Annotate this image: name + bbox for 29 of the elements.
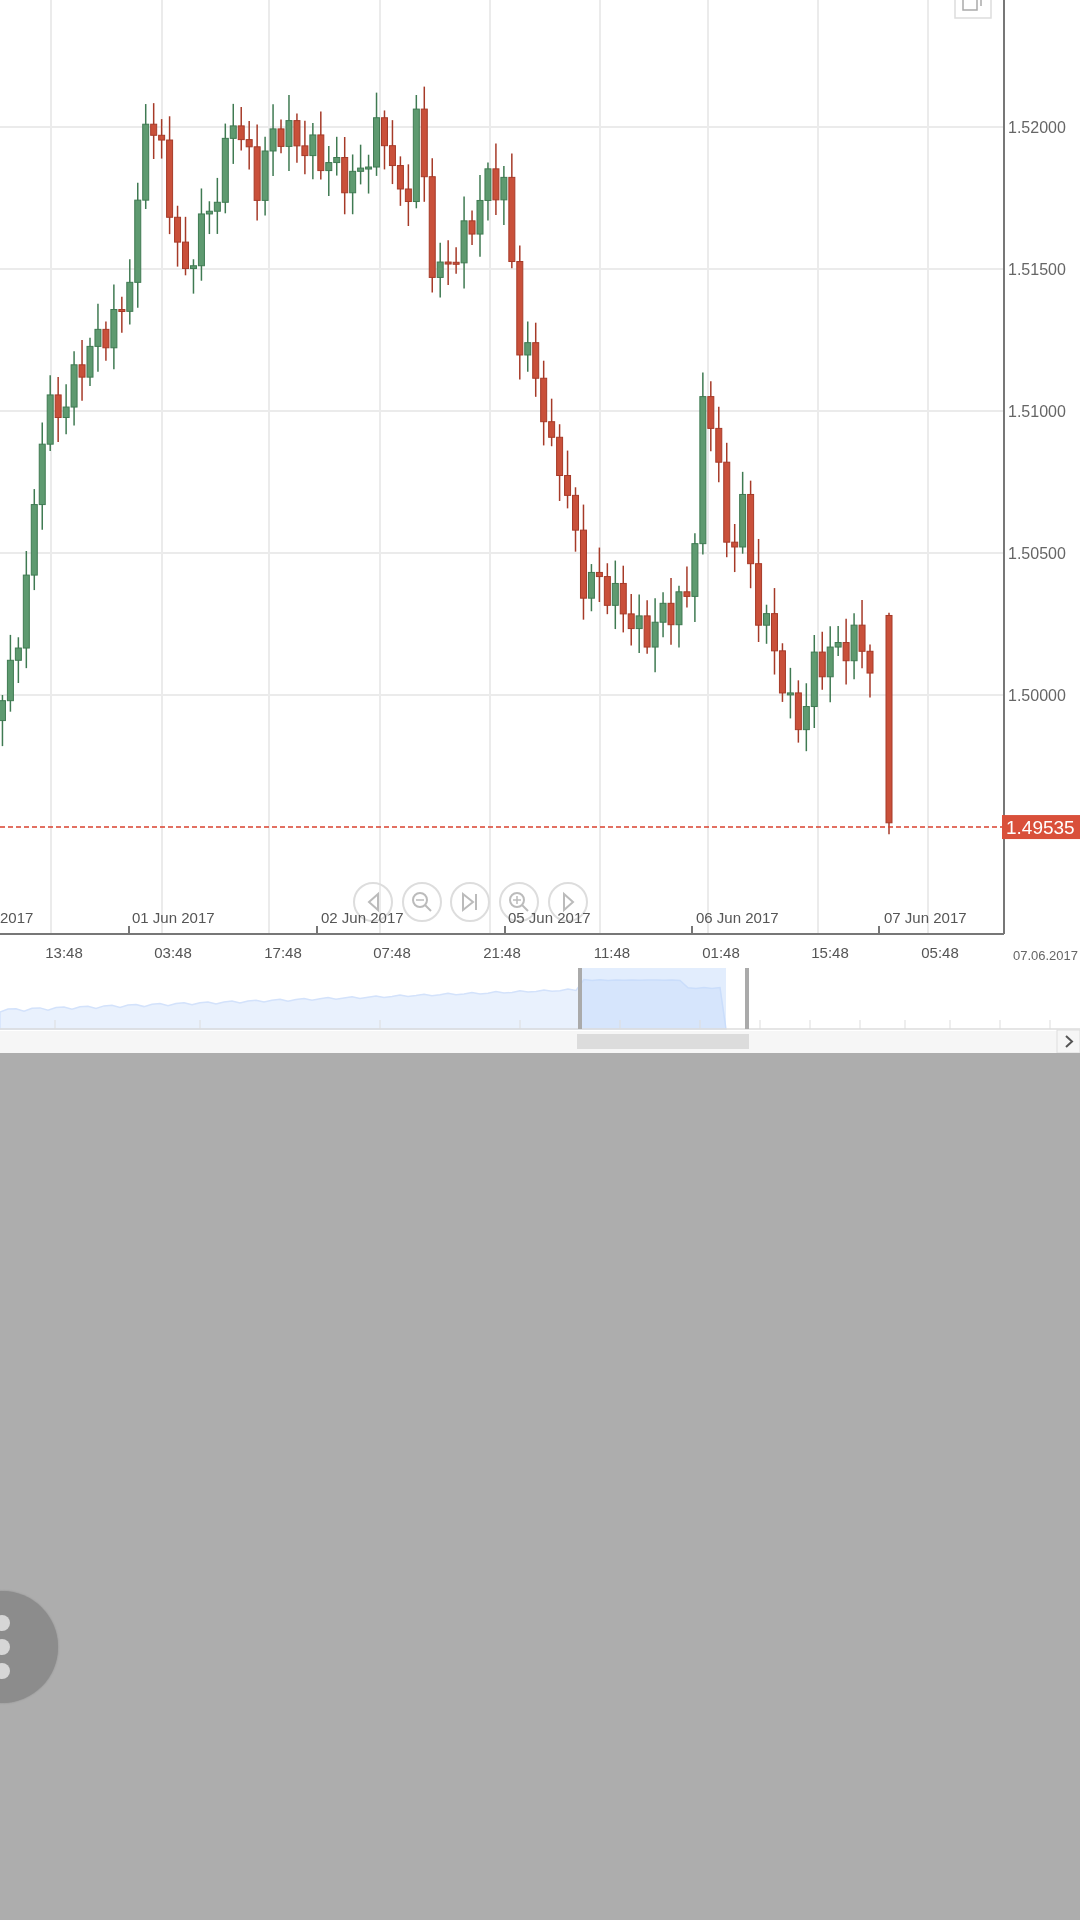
time-axis-label: 21:48 [483, 944, 521, 961]
time-axis-label: 07:48 [373, 944, 411, 961]
date-axis-label: 07 Jun 2017 [884, 909, 967, 926]
time-axis-label: 17:48 [264, 944, 302, 961]
date-axis-label: 2017 [0, 909, 34, 926]
scroll-right-arrow-icon[interactable] [1056, 1029, 1080, 1053]
price-axis-label: 1.50000 [1008, 687, 1066, 704]
scrollbar-thumb[interactable] [577, 1034, 749, 1049]
time-axis-label: 03:48 [154, 944, 192, 961]
jump-end-icon[interactable] [450, 882, 490, 922]
current-price-tag: 1.49535 [1002, 815, 1080, 840]
price-axis-label: 1.51000 [1008, 403, 1066, 420]
time-axis-label: 01:48 [702, 944, 740, 961]
navigator-date-label: 07.06.2017 [1012, 948, 1078, 963]
navigator-left-handle[interactable] [578, 968, 582, 1029]
date-axis-label: 01 Jun 2017 [132, 909, 215, 926]
date-axis-label: 02 Jun 2017 [321, 909, 404, 926]
time-axis-label: 15:48 [811, 944, 849, 961]
popout-icon[interactable] [954, 0, 992, 19]
time-axis-label: 13:48 [45, 944, 83, 961]
price-axis-label: 1.51500 [1008, 261, 1066, 278]
price-axis-label: 1.52000 [1008, 119, 1066, 136]
date-axis-label: 05 Jun 2017 [508, 909, 591, 926]
date-axis-label: 06 Jun 2017 [696, 909, 779, 926]
zoom-out-icon[interactable] [402, 882, 442, 922]
time-axis-label: 05:48 [921, 944, 959, 961]
time-axis-label: 11:48 [593, 944, 631, 961]
navigator-right-handle[interactable] [745, 968, 749, 1029]
price-axis-label: 1.50500 [1008, 545, 1066, 562]
